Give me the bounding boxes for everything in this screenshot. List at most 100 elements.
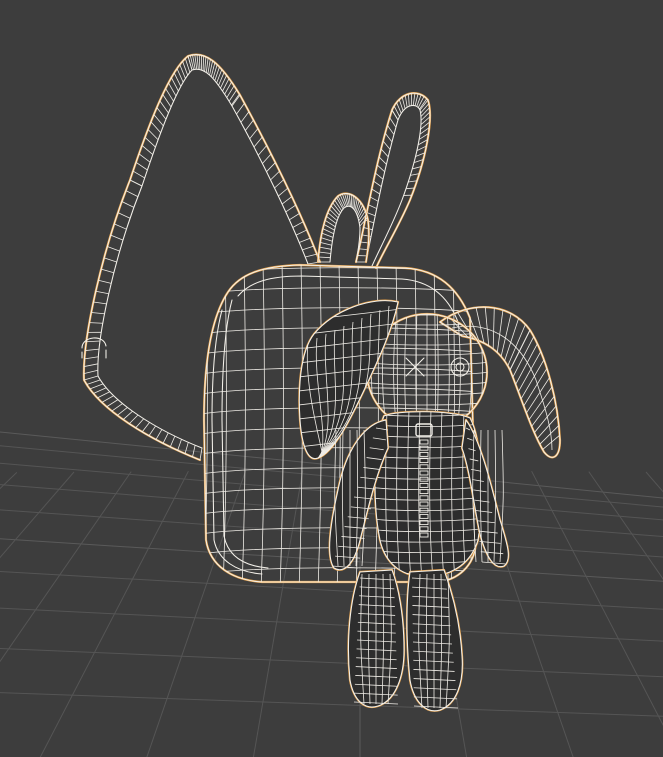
shoulder-strap-right[interactable] <box>354 92 432 270</box>
mesh-edge <box>95 290 109 295</box>
mesh-edge <box>199 447 203 461</box>
mesh-edge <box>147 129 159 141</box>
mesh-edge <box>504 318 520 362</box>
mesh-edge <box>107 246 120 252</box>
mesh-edge <box>366 212 376 217</box>
mesh-edge <box>539 425 560 445</box>
mesh-edge <box>322 228 334 235</box>
mesh-edge <box>285 204 296 213</box>
mesh-edge <box>159 100 169 114</box>
mesh-edge <box>389 117 397 128</box>
mesh-edge <box>89 383 104 390</box>
mesh-edge <box>373 180 382 187</box>
mesh-edge <box>353 196 356 210</box>
3d-viewport[interactable] <box>0 0 663 757</box>
mesh-edge <box>257 145 268 156</box>
bunny-leg-right[interactable] <box>405 568 464 712</box>
mesh-edge <box>86 379 101 385</box>
mesh-edge <box>125 190 139 197</box>
mesh-edge <box>202 55 205 71</box>
mesh-edge <box>218 71 225 86</box>
mesh-edge <box>231 94 241 107</box>
shoulder-strap-left[interactable] <box>82 53 322 462</box>
mesh-edge <box>224 81 232 95</box>
mesh-edge <box>327 212 338 221</box>
mesh-edge <box>387 125 395 135</box>
mesh-edge <box>184 442 189 454</box>
mesh-edge <box>330 205 340 216</box>
mesh-edge <box>249 128 259 140</box>
mesh-edge <box>114 223 127 230</box>
mesh-edge <box>144 136 156 148</box>
bunny-plush[interactable] <box>290 294 562 712</box>
mesh-edge <box>253 136 263 148</box>
mesh-edge <box>222 78 230 92</box>
mesh-edge <box>196 54 199 70</box>
mesh-edge <box>260 265 265 582</box>
mesh-edge <box>155 429 163 440</box>
mesh-edge <box>111 403 123 412</box>
mesh-edge <box>320 237 333 242</box>
mesh-edge <box>281 196 293 205</box>
grid-line <box>0 472 18 490</box>
grid-line <box>252 470 304 757</box>
scene-canvas[interactable] <box>0 0 663 757</box>
mesh-edge <box>329 208 339 219</box>
mesh-edge <box>319 246 332 250</box>
mesh-edge <box>97 391 110 399</box>
mesh-edge <box>205 57 209 73</box>
mesh-edge <box>320 241 332 246</box>
mesh-edge <box>117 212 131 219</box>
mesh-edge <box>135 161 148 171</box>
mesh-edge <box>476 314 484 430</box>
mesh-edge <box>270 170 280 181</box>
grid-line <box>0 692 663 717</box>
mesh-edge <box>91 312 105 315</box>
top-handle[interactable] <box>316 192 370 264</box>
mesh-edge <box>83 363 99 367</box>
mesh-edge <box>412 93 416 106</box>
mesh-edge <box>375 172 384 180</box>
mesh-edge <box>98 279 112 284</box>
mesh-edge <box>404 95 408 108</box>
grid-line <box>0 647 663 678</box>
mesh-edge <box>376 164 385 173</box>
button-eye-icon <box>450 357 470 377</box>
grid-line <box>0 462 663 521</box>
mesh-edge <box>93 387 107 394</box>
mesh-edge <box>378 156 387 165</box>
mesh-edge <box>198 54 201 70</box>
mesh-edge <box>169 435 176 448</box>
mesh-edge <box>382 140 391 150</box>
mesh-edge <box>500 313 512 357</box>
mesh-edge <box>129 179 143 187</box>
mesh-edge <box>83 375 99 381</box>
mesh-edge <box>484 307 490 346</box>
mesh-edge <box>93 301 107 305</box>
grid-line <box>645 471 663 493</box>
mesh-edge <box>216 69 223 84</box>
mesh-edge <box>289 213 300 221</box>
mesh-edge <box>162 432 169 444</box>
mesh-edge <box>122 410 133 420</box>
mesh-edge <box>138 153 151 163</box>
mesh-edge <box>245 119 254 131</box>
mesh-edge <box>321 232 334 238</box>
mesh-edge <box>89 322 103 324</box>
mesh-edge <box>236 103 245 115</box>
mesh-edge <box>384 132 393 143</box>
grid-line <box>0 607 663 642</box>
bunny-leg-left[interactable] <box>347 568 406 709</box>
mesh-edge <box>162 94 172 108</box>
mesh-edge <box>83 369 98 375</box>
mesh-edge <box>220 75 227 89</box>
mesh-edge <box>141 145 154 155</box>
mesh-edge <box>204 56 207 72</box>
mesh-edge <box>148 425 156 436</box>
mesh-edge <box>536 415 558 439</box>
mesh-edge <box>110 234 124 241</box>
mesh-edge <box>408 93 410 107</box>
mesh-edge <box>292 221 304 228</box>
mesh-edge <box>240 111 250 123</box>
mesh-edge <box>128 414 139 425</box>
